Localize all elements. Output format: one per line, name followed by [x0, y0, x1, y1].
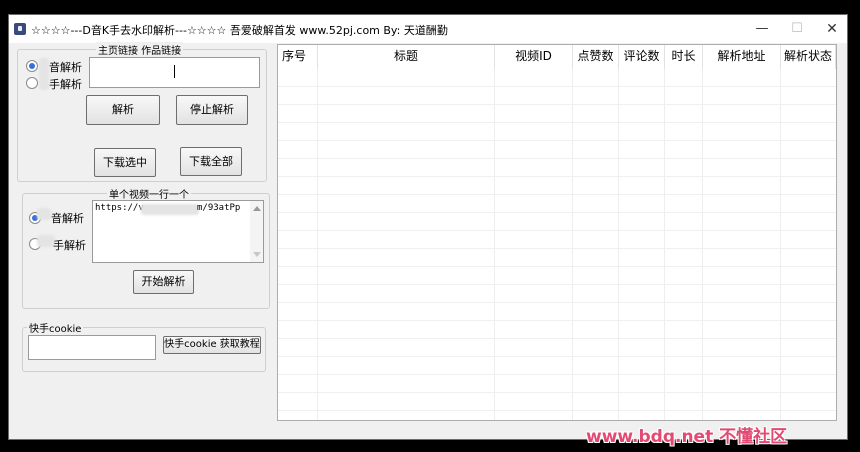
kuaishou-radio-label: 手解析 [49, 78, 82, 91]
cookie-tutorial-button[interactable]: 快手cookie 获取教程 [163, 336, 261, 354]
cookie-tutorial-label: 快手cookie 获取教程 [164, 339, 260, 350]
column-divider [494, 69, 495, 420]
douyin-radio-home[interactable] [26, 60, 38, 72]
column-divider [664, 69, 665, 420]
parse-button[interactable]: 解析 [86, 95, 160, 125]
table-body [278, 69, 836, 420]
text-caret [174, 65, 175, 78]
video-urls-textarea[interactable]: https://v. m/93atPp [92, 200, 264, 263]
download-selected-button[interactable]: 下载选中 [94, 148, 156, 177]
app-window: ☆☆☆☆---D音K手去水印解析---☆☆☆☆ 吾爱破解首发 www.52pj.… [8, 14, 848, 440]
window-title: ☆☆☆☆---D音K手去水印解析---☆☆☆☆ 吾爱破解首发 www.52pj.… [31, 24, 448, 37]
column-header-likes[interactable]: 点赞数 [573, 45, 619, 69]
download-all-label: 下载全部 [189, 155, 233, 168]
url-text-end: m/93atPp [197, 203, 241, 213]
start-parse-button[interactable]: 开始解析 [133, 270, 194, 294]
single-group-legend: 单个视频一行一个 [107, 186, 191, 201]
start-parse-label: 开始解析 [141, 275, 186, 288]
textarea-scrollbar[interactable] [250, 201, 263, 262]
douyin-radio-label: 音解析 [49, 61, 82, 74]
column-divider [702, 69, 703, 420]
site-watermark: www.bdq.net 不懂社区 [586, 427, 788, 447]
douyin-radio-label: 音解析 [51, 212, 84, 225]
column-divider [572, 69, 573, 420]
column-divider [317, 69, 318, 420]
redacted-mark [37, 208, 51, 220]
download-all-button[interactable]: 下载全部 [180, 147, 242, 176]
kuaishou-radio-label: 手解析 [53, 239, 86, 252]
title-bar[interactable]: ☆☆☆☆---D音K手去水印解析---☆☆☆☆ 吾爱破解首发 www.52pj.… [9, 15, 847, 43]
stop-parse-button-label: 停止解析 [190, 103, 234, 116]
cookie-group-legend: 快手cookie [27, 320, 84, 335]
close-button[interactable]: ✕ [812, 19, 852, 39]
link-input[interactable] [89, 57, 260, 88]
column-header-comments[interactable]: 评论数 [619, 45, 665, 69]
maximize-button[interactable]: ☐ [777, 19, 817, 39]
scroll-down-icon[interactable] [253, 252, 261, 257]
scroll-up-icon[interactable] [253, 206, 261, 211]
kuaishou-radio-home[interactable] [26, 77, 38, 89]
column-header-title[interactable]: 标题 [318, 45, 495, 69]
kuaishou-cookie-group: 快手cookie 快手cookie 获取教程 [22, 320, 266, 372]
single-video-group: 单个视频一行一个 音解析 手解析 https://v. m/93atPp 开始解… [22, 186, 270, 309]
redacted-mark [141, 204, 199, 215]
minimize-button[interactable]: — [742, 19, 782, 39]
column-header-parse-url[interactable]: 解析地址 [703, 45, 781, 69]
results-table[interactable]: 序号 标题 视频ID 点赞数 评论数 时长 解析地址 解析状态 [277, 44, 837, 421]
table-header: 序号 标题 视频ID 点赞数 评论数 时长 解析地址 解析状态 [278, 45, 836, 69]
stop-parse-button[interactable]: 停止解析 [176, 95, 248, 125]
homepage-link-group: 主页链接 作品链接 音解析 手解析 解析 停止解析 下载选中 下载全部 [17, 42, 267, 182]
column-divider [780, 69, 781, 420]
column-header-parse-status[interactable]: 解析状态 [781, 45, 836, 69]
parse-button-label: 解析 [112, 103, 134, 116]
cookie-input[interactable] [28, 335, 156, 360]
column-header-video-id[interactable]: 视频ID [495, 45, 573, 69]
homepage-group-legend: 主页链接 作品链接 [96, 42, 184, 57]
redacted-mark [39, 58, 49, 90]
column-header-index[interactable]: 序号 [278, 45, 318, 69]
column-header-duration[interactable]: 时长 [665, 45, 703, 69]
column-divider [618, 69, 619, 420]
download-selected-label: 下载选中 [103, 156, 147, 169]
app-icon [14, 23, 26, 35]
